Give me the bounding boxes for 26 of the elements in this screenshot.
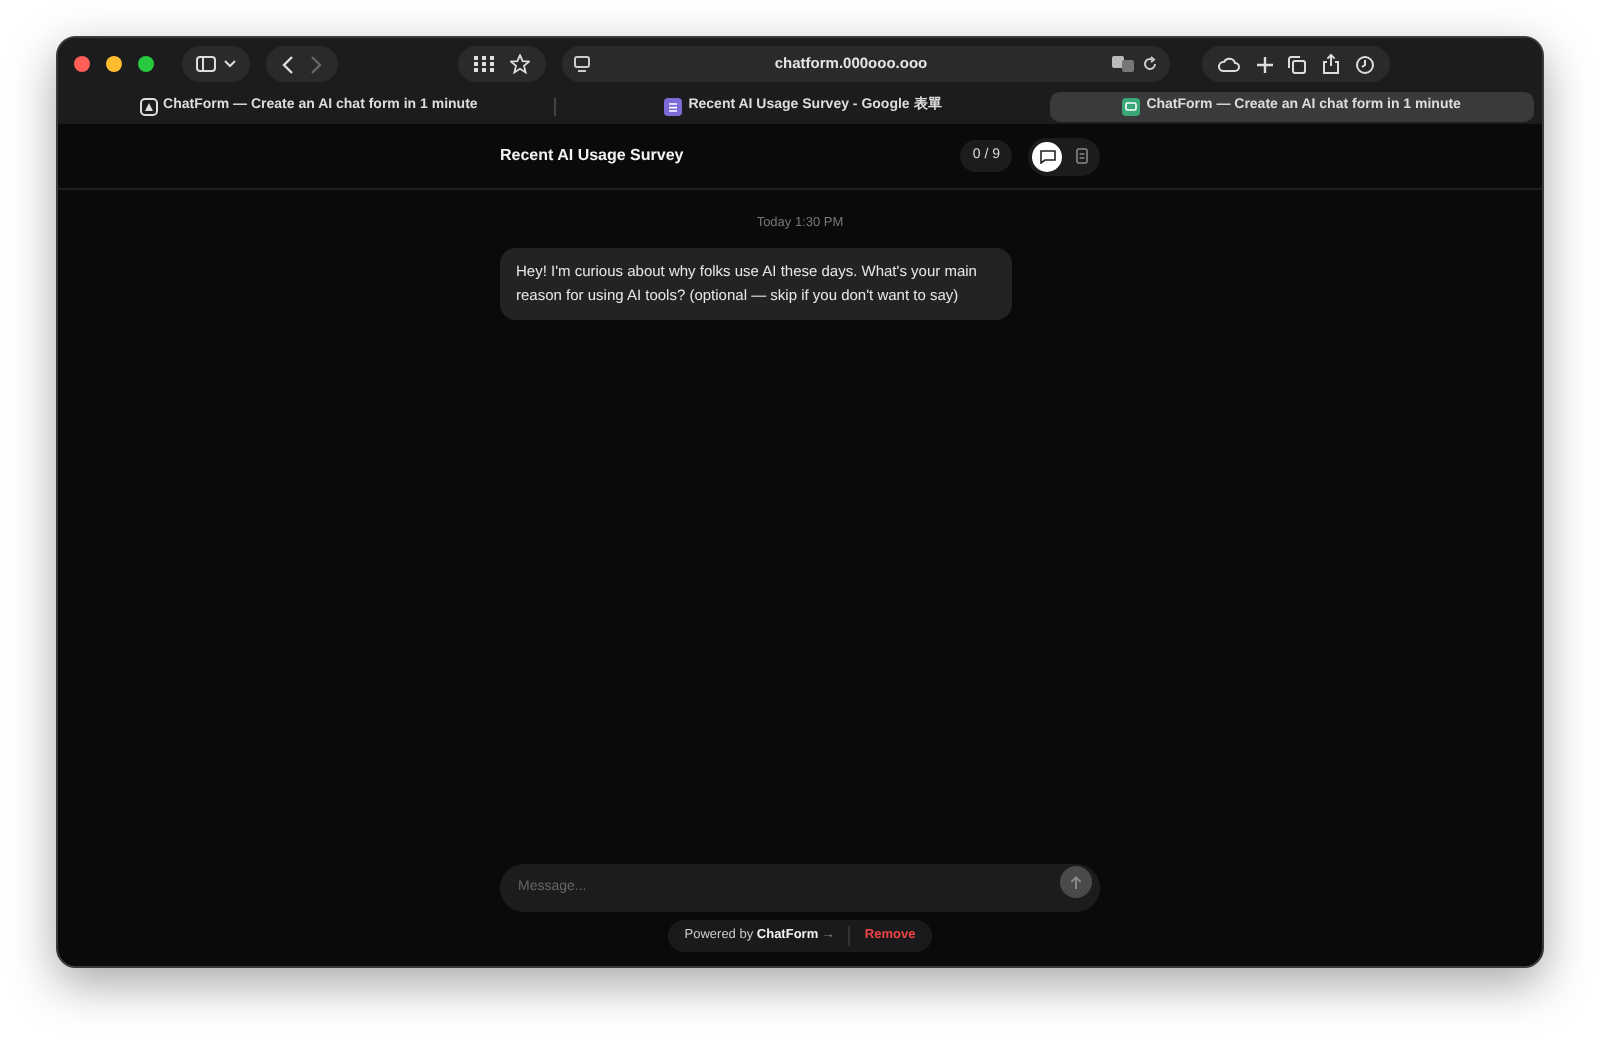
share-icon[interactable]	[1322, 54, 1341, 74]
clock-icon[interactable]	[1356, 55, 1375, 73]
sidebar-toggle-button[interactable]	[182, 46, 250, 82]
document-icon	[1075, 148, 1087, 164]
survey-title: Recent AI Usage Survey	[500, 144, 686, 168]
chevron-down-icon	[224, 60, 236, 68]
reload-icon[interactable]	[1142, 56, 1158, 72]
forward-icon[interactable]	[310, 55, 322, 73]
tab-logo-icon	[139, 97, 158, 115]
close-button[interactable]	[74, 56, 90, 72]
star-icon[interactable]	[510, 54, 530, 74]
speech-bubble-icon	[1039, 149, 1055, 163]
chat-view-button[interactable]	[1032, 141, 1062, 171]
plus-icon[interactable]	[1255, 55, 1274, 73]
zoom-button[interactable]	[138, 56, 154, 72]
arrow-up-icon	[1070, 875, 1082, 889]
grid-icon[interactable]	[474, 56, 494, 72]
translate-icon[interactable]	[1112, 56, 1134, 72]
sidebar-icon	[196, 56, 216, 72]
copy-icon[interactable]	[1288, 55, 1307, 73]
cloud-icon[interactable]	[1217, 56, 1240, 72]
minimize-button[interactable]	[106, 56, 122, 72]
page-icon	[574, 55, 590, 73]
tab-logo-icon	[664, 97, 683, 115]
back-icon[interactable]	[282, 55, 294, 73]
tab-logo-icon	[1122, 97, 1141, 115]
